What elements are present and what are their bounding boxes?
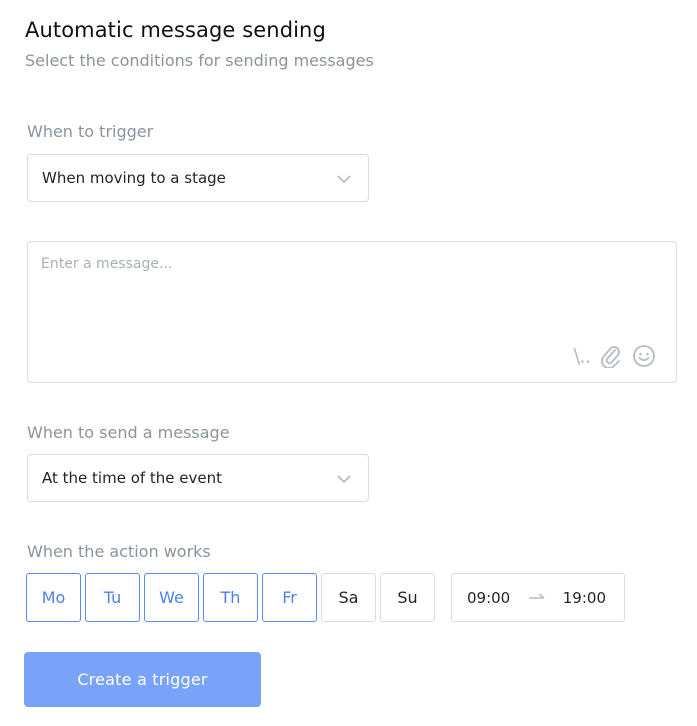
- weekday-selector: Mo Tu We Th Fr Sa Su: [26, 573, 435, 622]
- send-select[interactable]: At the time of the event: [27, 454, 369, 502]
- day-toggle-su[interactable]: Su: [380, 573, 435, 622]
- time-range: 09:00 19:00: [451, 573, 625, 622]
- trigger-label: When to trigger: [27, 122, 154, 141]
- time-to-input[interactable]: 19:00: [563, 589, 606, 607]
- day-toggle-sa[interactable]: Sa: [321, 573, 376, 622]
- chevron-down-icon: [337, 475, 351, 484]
- send-select-value: At the time of the event: [42, 469, 223, 487]
- trigger-select[interactable]: When moving to a stage: [27, 154, 369, 202]
- arrow-right-icon: [528, 592, 544, 599]
- template-icon[interactable]: \..: [574, 344, 591, 368]
- create-trigger-button[interactable]: Create a trigger: [24, 652, 261, 707]
- chevron-down-icon: [337, 175, 351, 184]
- day-toggle-mo[interactable]: Mo: [26, 573, 81, 622]
- page-title: Automatic message sending: [25, 18, 326, 42]
- time-from-input[interactable]: 09:00: [467, 589, 510, 607]
- page-subtitle: Select the conditions for sending messag…: [25, 51, 374, 70]
- message-placeholder: Enter a message...: [41, 256, 173, 272]
- message-input[interactable]: Enter a message... \..: [27, 241, 677, 383]
- emoji-icon[interactable]: [632, 344, 656, 368]
- day-toggle-we[interactable]: We: [144, 573, 199, 622]
- schedule-label: When the action works: [27, 542, 211, 561]
- send-label: When to send a message: [27, 423, 230, 442]
- trigger-select-value: When moving to a stage: [42, 169, 226, 187]
- day-toggle-fr[interactable]: Fr: [262, 573, 317, 622]
- attachment-icon[interactable]: [600, 344, 622, 368]
- day-toggle-th[interactable]: Th: [203, 573, 258, 622]
- day-toggle-tu[interactable]: Tu: [85, 573, 140, 622]
